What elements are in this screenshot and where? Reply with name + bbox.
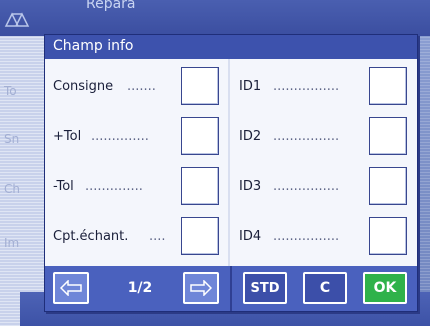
clear-button[interactable]: C (303, 272, 347, 304)
id1-label: ID1 (239, 79, 262, 94)
dialog-title: Champ info (53, 38, 134, 54)
plus-tol-checkbox[interactable] (181, 117, 219, 155)
page-indicator: 1/2 (127, 280, 153, 296)
id3-checkbox[interactable] (369, 167, 407, 205)
minus-tol-label: -Tol (53, 179, 74, 194)
background-menu-item: Im (4, 236, 20, 250)
sample-counter-label: Cpt.échant. (53, 229, 129, 244)
arrow-right-icon (190, 280, 212, 296)
consigne-label: Consigne (53, 79, 114, 94)
info-field-dialog: Champ info Consigne ....... +Tol .......… (44, 34, 418, 312)
previous-page-button[interactable] (53, 272, 89, 304)
ok-button[interactable]: OK (363, 272, 407, 304)
background-menu: To Sn Ch Im (0, 36, 44, 326)
plus-tol-label: +Tol (53, 129, 82, 144)
id4-label: ID4 (239, 229, 262, 244)
balance-icon (4, 8, 30, 32)
id3-dots: ................ (273, 179, 340, 194)
id2-dots: ................ (273, 129, 340, 144)
id4-checkbox[interactable] (369, 217, 407, 255)
sample-counter-dots: .... (149, 229, 166, 244)
background-menu-item: Ch (4, 182, 20, 196)
arrow-left-icon (60, 280, 82, 296)
next-page-button[interactable] (183, 272, 219, 304)
dialog-body: Consigne ....... +Tol .............. -To… (45, 59, 417, 266)
std-button[interactable]: STD (243, 272, 287, 304)
consigne-checkbox[interactable] (181, 67, 219, 105)
sample-counter-checkbox[interactable] (181, 217, 219, 255)
minus-tol-checkbox[interactable] (181, 167, 219, 205)
background-header: Répara (0, 0, 430, 36)
background-menu-item: To (4, 84, 17, 98)
id3-label: ID3 (239, 179, 262, 194)
footer-divider (230, 266, 232, 311)
plus-tol-dots: .............. (91, 129, 149, 144)
id2-checkbox[interactable] (369, 117, 407, 155)
id2-label: ID2 (239, 129, 262, 144)
dialog-header: Champ info (45, 35, 417, 59)
id4-dots: ................ (273, 229, 340, 244)
background-menu-item: Sn (4, 132, 20, 146)
id1-dots: ................ (273, 79, 340, 94)
dialog-footer: 1/2 STD C OK (45, 266, 417, 311)
minus-tol-dots: .............. (85, 179, 143, 194)
background-title: Répara (86, 0, 136, 12)
consigne-dots: ....... (127, 79, 156, 94)
column-divider (228, 59, 230, 266)
id1-checkbox[interactable] (369, 67, 407, 105)
